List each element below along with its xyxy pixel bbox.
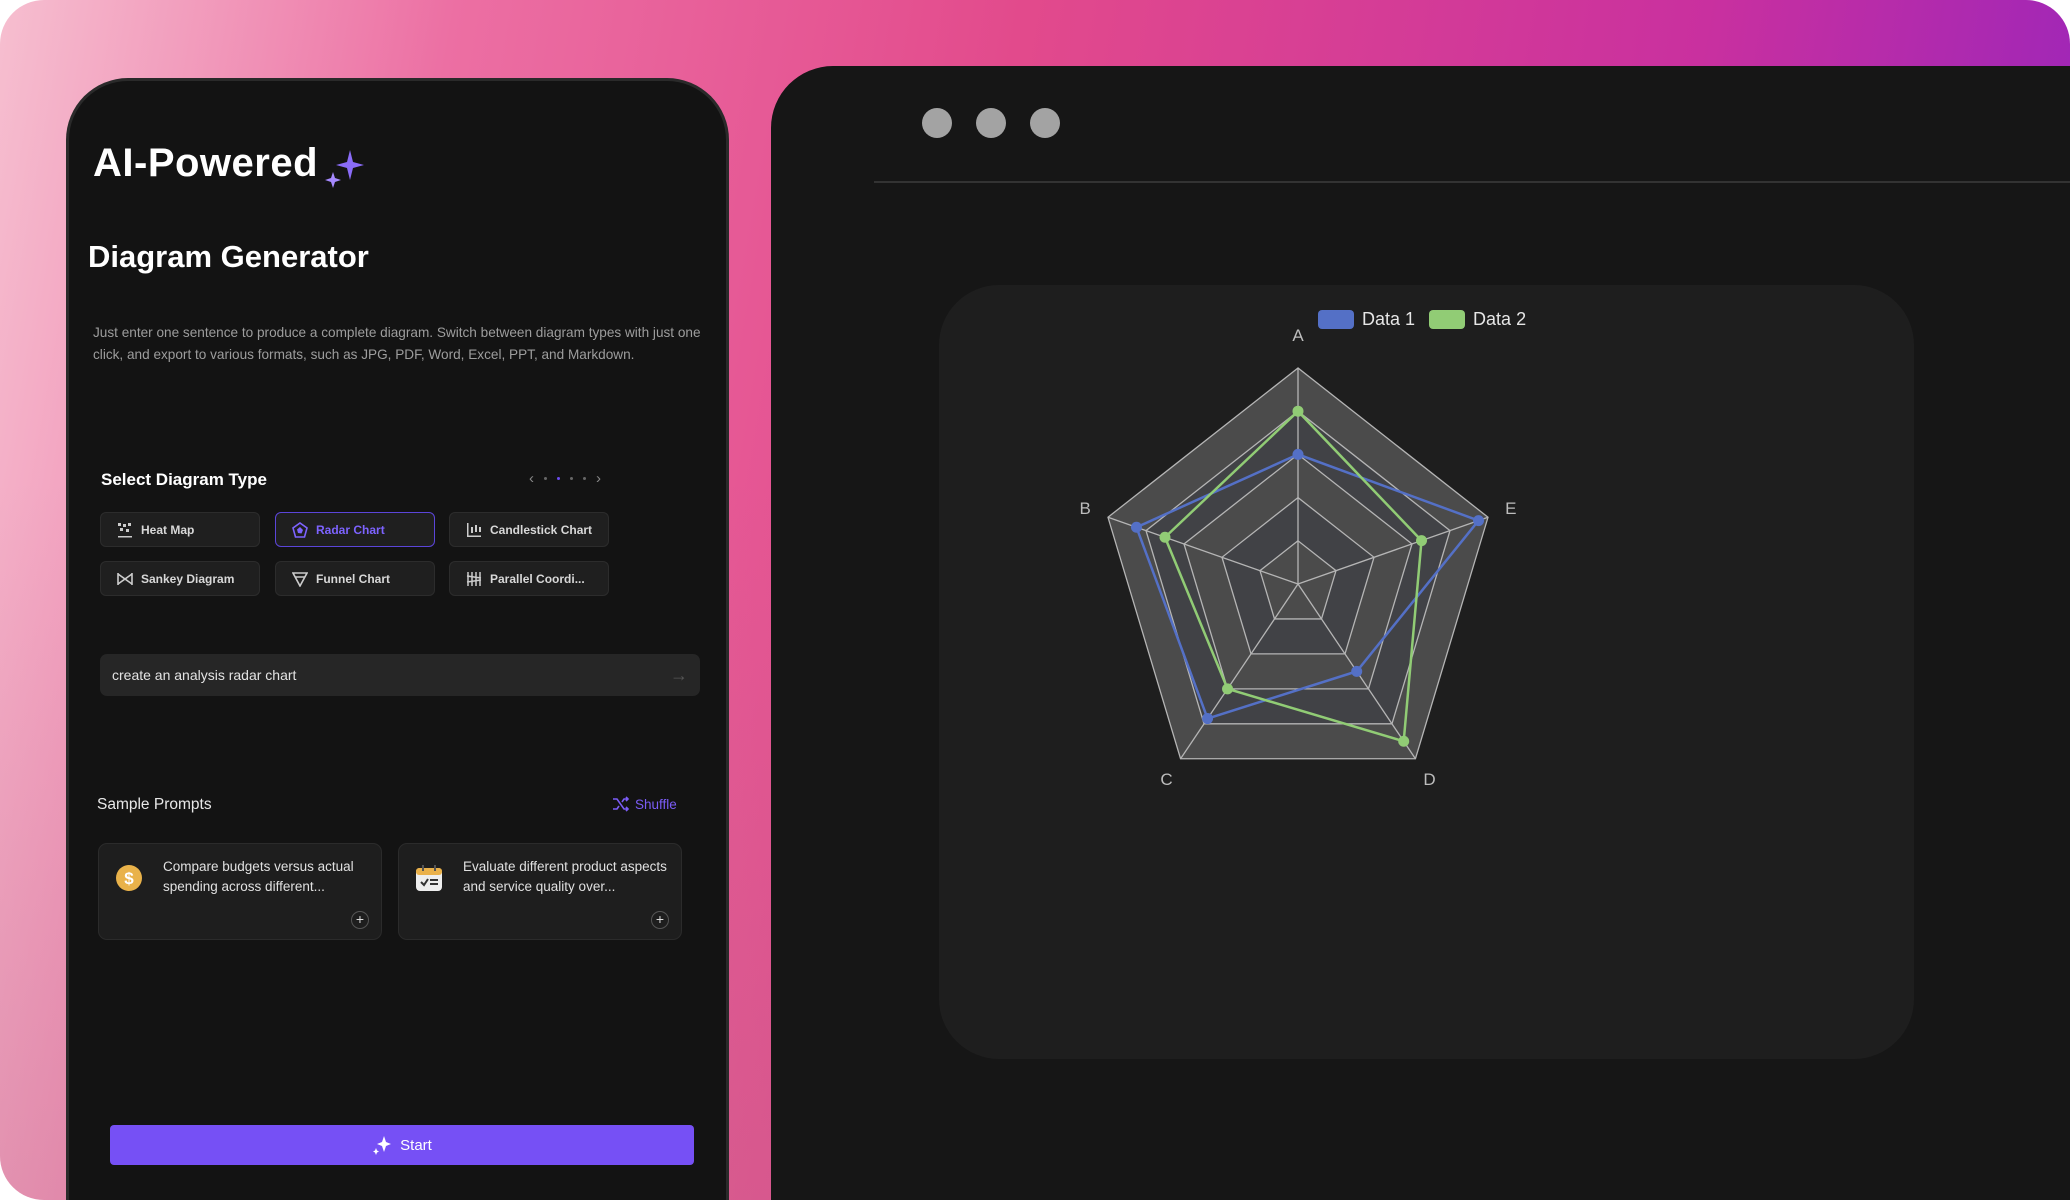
data-point: [1292, 405, 1304, 417]
data-point: [1222, 683, 1234, 695]
data-point: [1130, 521, 1142, 533]
data-point: [1351, 665, 1363, 677]
data-point: [1473, 515, 1485, 527]
data-point: [1398, 735, 1410, 747]
axis-label: C: [1160, 769, 1173, 789]
data-point: [1159, 531, 1171, 543]
axis-label: B: [1079, 499, 1091, 519]
axis-label: A: [1292, 326, 1304, 346]
data-point: [1292, 448, 1304, 460]
axis-label: D: [1423, 769, 1436, 789]
radar-chart: [1107, 367, 1489, 760]
data-point: [1202, 713, 1214, 725]
axis-label: E: [1505, 499, 1517, 519]
data-point: [1416, 535, 1428, 547]
